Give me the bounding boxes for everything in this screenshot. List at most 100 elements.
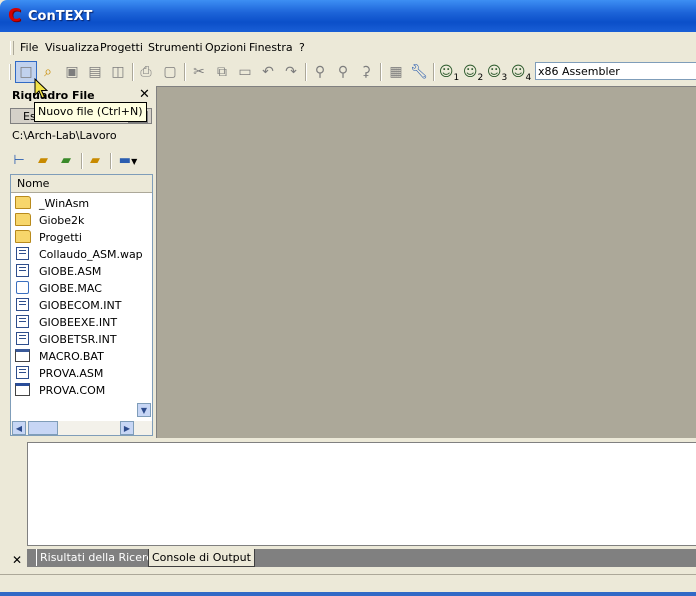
scroll-down-button[interactable]: ▼ [137,403,151,417]
output-close-icon[interactable]: ✕ [12,553,22,567]
scroll-left-button[interactable]: ◀ [12,421,26,435]
menu-finestra[interactable]: Finestra [249,41,293,54]
tools-button[interactable]: 🔧︎ [409,62,429,82]
user-exec-button-4[interactable]: ☺4 [510,62,532,83]
folder-icon [15,230,31,243]
file-list-button[interactable]: ▦ [386,62,406,82]
list-item[interactable]: PROVA.COM [15,382,105,399]
new-file-icon: □ [19,64,33,80]
list-item[interactable]: GIOBE.MAC [15,280,102,297]
tab-output-console[interactable]: Console di Output [148,549,255,567]
folder-open-icon: ▰ [38,153,48,168]
output-tabs: Risultati della Ricerca Console di Outpu… [27,549,696,567]
document-icon [16,315,29,328]
list-item[interactable]: Giobe2k [15,212,84,229]
menu-file[interactable]: File [20,41,38,54]
paste-button[interactable]: ▭ [235,62,255,82]
folder-up-button[interactable]: ▰ [57,152,75,170]
replace-button[interactable]: ⚳ [356,62,376,82]
find-button[interactable]: ⚲ [310,62,330,82]
open-folder-button[interactable]: ▰ [34,152,52,170]
tree-view-button[interactable]: ⊢ [10,152,28,170]
mac-file-icon [16,281,29,294]
undo-icon: ↶ [262,64,274,80]
highlighter-select[interactable]: x86 Assembler [535,62,696,80]
save-all-button[interactable]: ▤ [85,62,105,82]
print-preview-button[interactable]: ▢ [160,62,180,82]
title-bar[interactable]: C ConTEXT [0,0,696,32]
toolbar-separator [81,153,83,169]
status-bar [0,574,696,591]
list-item[interactable]: Progetti [15,229,82,246]
user-exec-icon: ☺ [438,64,454,80]
new-file-tooltip: Nuovo file (Ctrl+N) [34,102,147,122]
menu-strumenti[interactable]: Strumenti [148,41,203,54]
print-preview-icon: ▢ [163,64,177,80]
find-next-button[interactable]: ⚲ [333,62,353,82]
folder-up-icon: ▰ [61,153,71,168]
close-file-button[interactable]: ◫ [108,62,128,82]
chevron-left-icon: ◀ [15,424,23,433]
list-item[interactable]: MACRO.BAT [15,348,104,365]
list-item[interactable]: GIOBEEXE.INT [15,314,117,331]
replace-icon: ⚳ [360,64,372,80]
menu-grip [10,41,14,55]
output-console[interactable] [27,442,696,546]
user-exec-icon: ☺ [462,64,478,80]
user-exec-button-3[interactable]: ☺3 [486,62,508,83]
editor-area[interactable] [156,86,696,438]
folder-icon [15,196,31,209]
favorites-folder-button[interactable]: ▰ [86,152,104,170]
list-item[interactable]: PROVA.ASM [15,365,103,382]
list-item[interactable]: GIOBE.ASM [15,263,101,280]
user-exec-button-2[interactable]: ☺2 [462,62,484,83]
favorites-folder-icon: ▰ [90,153,100,168]
menu-opzioni[interactable]: Opzioni [205,41,246,54]
toolbar-separator [305,63,307,81]
panel-title: Riquadro File [12,89,95,102]
file-panel: Riquadro File ✕ Es ◀▶ C:\Arch-Lab\Lavoro… [8,86,154,438]
copy-button[interactable]: ⧉ [212,62,232,82]
folder-icon [15,213,31,226]
filter-dropdown-button[interactable]: ▬▼ [115,152,141,170]
undo-button[interactable]: ↶ [258,62,278,82]
document-icon [16,247,29,260]
batch-file-icon [15,349,30,362]
document-icon [16,264,29,277]
list-item[interactable]: GIOBETSR.INT [15,331,117,348]
redo-button[interactable]: ↷ [281,62,301,82]
document-icon [16,366,29,379]
close-file-icon: ◫ [111,64,125,80]
print-icon: ⎙ [140,64,152,80]
list-header[interactable]: Nome [11,175,152,193]
wrench-icon: 🔧︎ [410,64,428,80]
menu-help[interactable]: ? [299,41,305,54]
user-exec-button-1[interactable]: ☺1 [438,62,460,83]
tab-search-results[interactable]: Risultati della Ricerca [36,549,162,566]
toolbar-separator [110,153,112,169]
horizontal-scrollbar[interactable]: ◀ ▶ [11,421,152,435]
document-icon [16,332,29,345]
menu-bar: File Visualizza Progetti Strumenti Opzio… [0,38,696,58]
find-next-icon: ⚲ [337,64,349,80]
menu-visualizza[interactable]: Visualizza [45,41,99,54]
executable-icon [15,383,30,396]
toolbar-separator [380,63,382,81]
menu-progetti[interactable]: Progetti [100,41,143,54]
panel-close-icon[interactable]: ✕ [139,87,150,102]
scroll-thumb[interactable] [28,421,58,435]
cut-icon: ✂ [193,64,205,80]
scroll-right-button[interactable]: ▶ [120,421,134,435]
list-item[interactable]: _WinAsm [15,195,89,212]
find-icon: ⚲ [314,64,326,80]
list-item[interactable]: GIOBECOM.INT [15,297,121,314]
window-title: ConTEXT [28,9,93,24]
save-button[interactable]: ▣ [62,62,82,82]
toolbar-separator [184,63,186,81]
list-item[interactable]: Collaudo_ASM.wap [15,246,143,263]
cut-button[interactable]: ✂ [189,62,209,82]
file-list[interactable]: Nome _WinAsm Giobe2k Progetti Collaudo_A… [10,174,153,436]
print-button[interactable]: ⎙ [136,62,156,82]
chevron-down-icon: ▼ [140,406,148,415]
dropdown-arrow-icon: ▼ [131,157,138,166]
